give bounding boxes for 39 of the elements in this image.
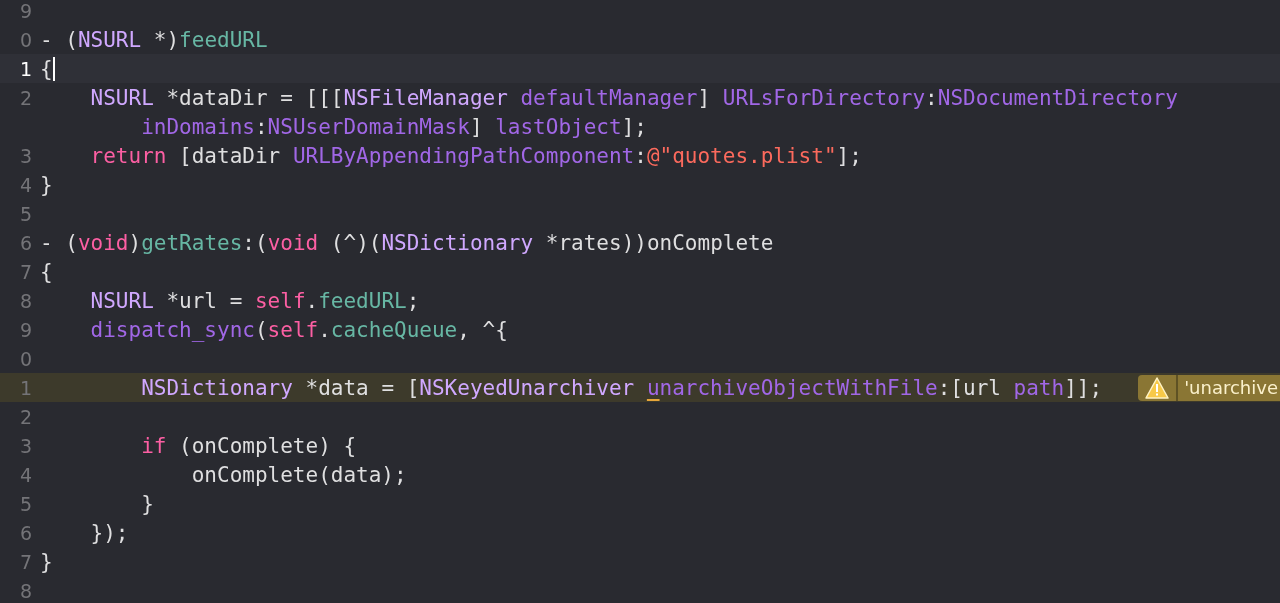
line-number: 9 [19,318,32,341]
warning-icon [1145,376,1170,399]
code-line: { [40,56,53,81]
code-line: NSURL *url = self.feedURL; [89,288,420,313]
line-number: 1 [19,376,32,399]
code-line: NSDictionary *data = [NSKeyedUnarchiver unarchiveObjectWithFile:[url path]]; [140,375,1103,400]
code-line: }); [89,520,129,545]
line-number: 6 [19,231,32,254]
code-line: onComplete(data); [190,462,407,487]
line-number: 0 [19,347,32,370]
warning-message: 'unarchive [1183,376,1279,400]
line-number: 8 [19,579,32,602]
code-line: dispatch_sync(self.cacheQueue, ^{ [89,317,508,342]
line-number: 0 [19,28,32,51]
code-line: if (onComplete) { [140,433,357,458]
line-number: 4 [19,173,32,196]
line-number: 5 [19,492,32,515]
line-number: 7 [19,260,32,283]
line-number: 8 [19,289,32,312]
code-line: } [40,549,53,574]
line-number: 2 [19,86,32,109]
code-line: { [40,259,53,284]
line-number: 5 [19,202,32,225]
code-line: - (void)getRates:(void (^)(NSDictionary *rates))onComplete [40,230,774,255]
code-line: } [40,172,53,197]
code-line: NSURL *dataDir = [[[NSFileManager defaultManager] URLsForDirectory:NSDocumentDirectory [89,85,1178,110]
line-number: 9 [19,0,32,22]
line-number: 4 [19,463,32,486]
line-number: 3 [19,144,32,167]
code-line: inDomains:NSUserDomainMask] lastObject]; [140,114,647,139]
line-number: 6 [19,521,32,544]
line-number: 2 [19,405,32,428]
code-line: return [dataDir URLByAppendingPathComponent:@"quotes.plist"]; [89,143,862,168]
code-line: } [140,491,154,516]
code-line: - (NSURL *)feedURL [40,27,268,52]
line-number: 1 [19,57,32,80]
line-number: 7 [19,550,32,573]
line-number: 3 [19,434,32,457]
warning-badge[interactable]: 'unarchive [1138,374,1280,401]
